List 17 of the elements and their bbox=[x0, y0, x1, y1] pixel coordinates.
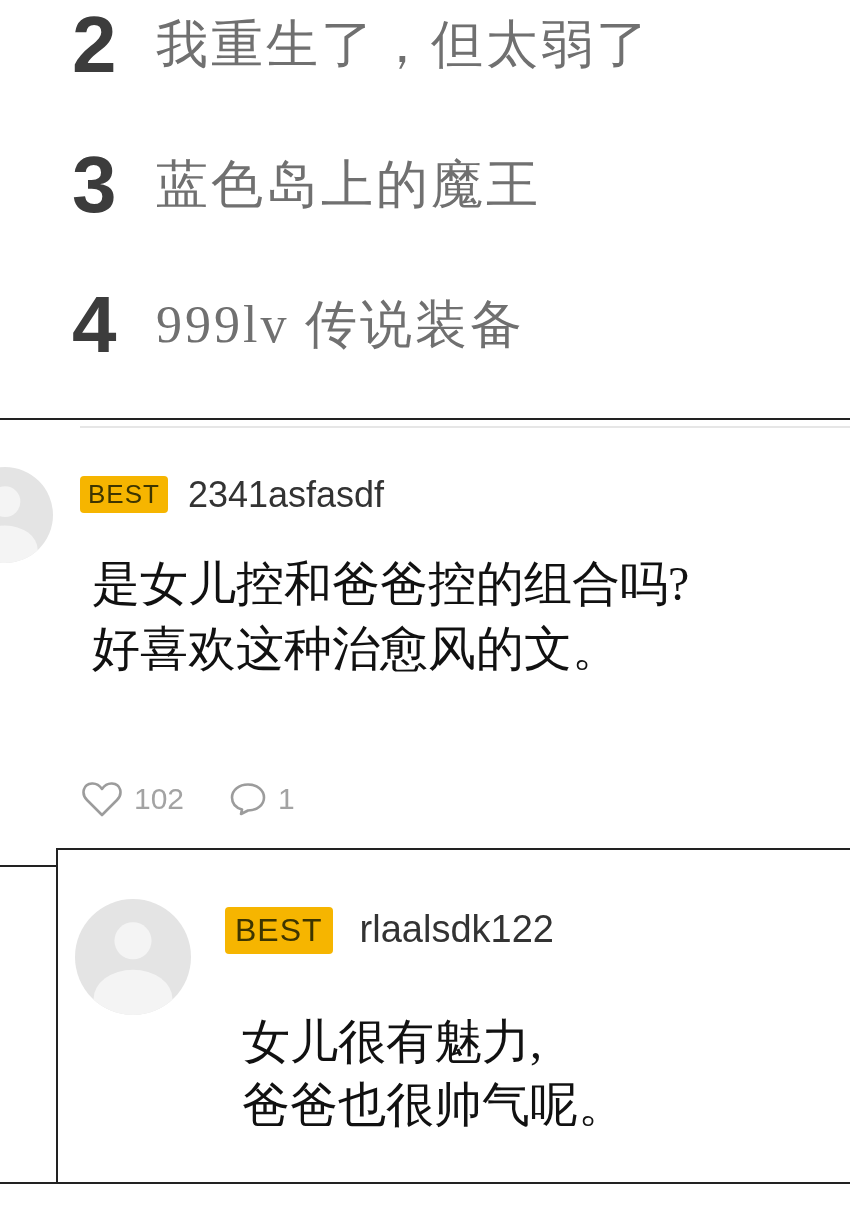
username: 2341asfasdf bbox=[187, 475, 385, 515]
heart-icon[interactable] bbox=[82, 780, 122, 817]
rank-number: 4 bbox=[72, 285, 118, 365]
rank-number: 3 bbox=[72, 145, 118, 225]
username: rlaalsdk122 bbox=[359, 909, 554, 951]
comment-text: 是女儿控和爸爸控的组合吗? 好喜欢这种治愈风的文。 bbox=[92, 555, 690, 677]
reply-text: 女儿很有魅力, 爸爸也很帅气呢。 bbox=[242, 1013, 626, 1133]
best-badge: BEST bbox=[225, 906, 333, 954]
best-badge: BEST bbox=[80, 476, 168, 514]
rank-title[interactable]: 我重生了，但太弱了 bbox=[156, 13, 651, 77]
rank-number: 2 bbox=[72, 5, 118, 85]
rank-title[interactable]: 999lv 传说装备 bbox=[156, 293, 526, 357]
avatar-icon bbox=[75, 898, 191, 1015]
speech-bubble-icon[interactable] bbox=[230, 781, 267, 816]
reply-count: 1 bbox=[278, 781, 295, 816]
rank-title[interactable]: 蓝色岛上的魔王 bbox=[156, 153, 541, 217]
like-count: 102 bbox=[134, 781, 185, 816]
